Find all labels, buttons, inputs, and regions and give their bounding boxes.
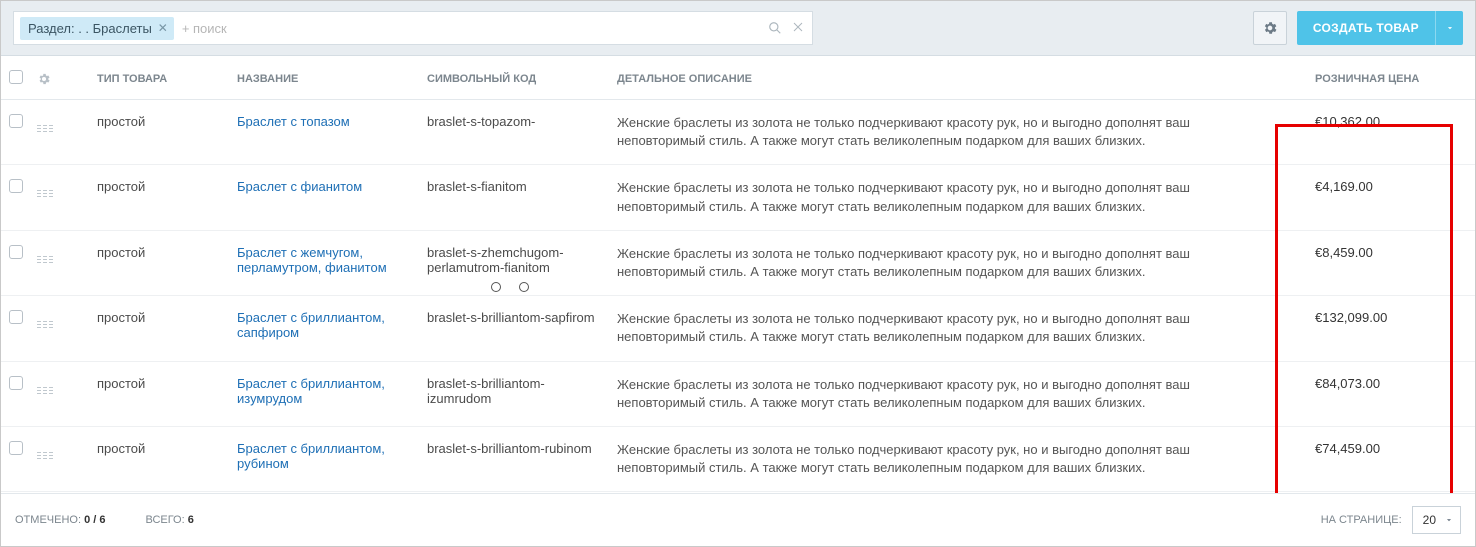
- cell-desc: Женские браслеты из золота не только под…: [609, 230, 1285, 295]
- col-code[interactable]: СИМВОЛЬНЫЙ КОД: [419, 56, 609, 100]
- create-product-split-button: СОЗДАТЬ ТОВАР: [1297, 11, 1463, 45]
- cell-type: простой: [89, 426, 229, 491]
- cell-desc: Женские браслеты из золота не только под…: [609, 426, 1285, 491]
- product-link[interactable]: Браслет с бриллиантом, сапфиром: [237, 310, 385, 340]
- table-header-row: ТИП ТОВАРА НАЗВАНИЕ СИМВОЛЬНЫЙ КОД ДЕТАЛ…: [1, 56, 1475, 100]
- drag-handle-icon[interactable]: [37, 125, 53, 132]
- cell-code: braslet-s-brilliantom-sapfirom: [419, 296, 609, 361]
- cell-price: €132,099.00: [1285, 296, 1475, 361]
- col-type[interactable]: ТИП ТОВАРА: [89, 56, 229, 100]
- cell-code: braslet-s-topazom-: [419, 100, 609, 165]
- product-link[interactable]: Браслет с топазом: [237, 114, 350, 129]
- col-name[interactable]: НАЗВАНИЕ: [229, 56, 419, 100]
- cell-type: простой: [89, 361, 229, 426]
- toolbar: Раздел: . . Браслеты ✕ СОЗДАТЬ ТОВАР: [1, 1, 1475, 56]
- column-settings-icon[interactable]: [37, 72, 51, 86]
- cell-name: Браслет с бриллиантом, изумрудом: [229, 361, 419, 426]
- row-checkbox[interactable]: [9, 310, 23, 324]
- total-count: ВСЕГО: 6: [145, 514, 193, 526]
- chevron-down-icon: [1445, 23, 1455, 33]
- search-bar[interactable]: Раздел: . . Браслеты ✕: [13, 11, 813, 45]
- select-all-checkbox[interactable]: [9, 70, 23, 84]
- cell-name: Браслет с бриллиантом, рубином: [229, 426, 419, 491]
- table-row: простой Браслет с фианитом braslet-s-fiani…: [1, 165, 1475, 230]
- table-row: простой Браслет с жемчугом, перламутром, …: [1, 230, 1475, 295]
- product-table-wrap: ТИП ТОВАРА НАЗВАНИЕ СИМВОЛЬНЫЙ КОД ДЕТАЛ…: [1, 56, 1475, 493]
- cell-type: простой: [89, 165, 229, 230]
- clear-search-icon[interactable]: [792, 21, 804, 35]
- drag-handle-icon[interactable]: [37, 452, 53, 459]
- cell-code: braslet-s-brilliantom-rubinom: [419, 426, 609, 491]
- per-page: НА СТРАНИЦЕ: 20: [1321, 506, 1461, 534]
- gear-icon: [1262, 20, 1278, 36]
- col-price[interactable]: РОЗНИЧНАЯ ЦЕНА: [1285, 56, 1475, 100]
- drag-handle-icon[interactable]: [37, 387, 53, 394]
- table-row: простой Браслет с бриллиантом, рубином bra…: [1, 426, 1475, 491]
- app-window: Раздел: . . Браслеты ✕ СОЗДАТЬ ТОВАР: [0, 0, 1476, 547]
- cell-type: простой: [89, 230, 229, 295]
- filter-tag[interactable]: Раздел: . . Браслеты ✕: [20, 17, 174, 40]
- cell-name: Браслет с топазом: [229, 100, 419, 165]
- product-link[interactable]: Браслет с жемчугом, перламутром, фианито…: [237, 245, 387, 275]
- filter-tag-remove-icon[interactable]: ✕: [158, 21, 168, 35]
- cell-type: простой: [89, 296, 229, 361]
- product-link[interactable]: Браслет с бриллиантом, рубином: [237, 441, 385, 471]
- settings-button[interactable]: [1253, 11, 1287, 45]
- product-table: ТИП ТОВАРА НАЗВАНИЕ СИМВОЛЬНЫЙ КОД ДЕТАЛ…: [1, 56, 1475, 492]
- row-checkbox[interactable]: [9, 376, 23, 390]
- row-checkbox[interactable]: [9, 114, 23, 128]
- drag-handle-icon[interactable]: [37, 321, 53, 328]
- table-row: простой Браслет с бриллиантом, изумрудом b…: [1, 361, 1475, 426]
- chevron-down-icon: [1444, 515, 1454, 525]
- search-input[interactable]: [180, 20, 768, 37]
- drag-handle-icon[interactable]: [37, 256, 53, 263]
- table-row: простой Браслет с бриллиантом, сапфиром br…: [1, 296, 1475, 361]
- cell-type: простой: [89, 100, 229, 165]
- search-icon[interactable]: [768, 21, 782, 35]
- create-product-button[interactable]: СОЗДАТЬ ТОВАР: [1297, 11, 1435, 45]
- cell-code: braslet-s-fianitom: [419, 165, 609, 230]
- search-icons: [768, 21, 804, 35]
- cell-code: braslet-s-zhemchugom-perlamutrom-fianito…: [419, 230, 609, 295]
- cell-desc: Женские браслеты из золота не только под…: [609, 296, 1285, 361]
- row-checkbox[interactable]: [9, 245, 23, 259]
- cell-price: €4,169.00: [1285, 165, 1475, 230]
- row-checkbox[interactable]: [9, 441, 23, 455]
- cell-desc: Женские браслеты из золота не только под…: [609, 361, 1285, 426]
- cell-code: braslet-s-brilliantom-izumrudom: [419, 361, 609, 426]
- drag-handle-icon[interactable]: [37, 190, 53, 197]
- per-page-select[interactable]: 20: [1412, 506, 1461, 534]
- create-product-dropdown[interactable]: [1435, 11, 1463, 45]
- cell-desc: Женские браслеты из золота не только под…: [609, 165, 1285, 230]
- table-footer: ОТМЕЧЕНО: 0 / 6 ВСЕГО: 6 НА СТРАНИЦЕ: 20: [1, 493, 1475, 546]
- filter-tag-label: Раздел: . . Браслеты: [28, 21, 152, 36]
- cell-name: Браслет с фианитом: [229, 165, 419, 230]
- cell-name: Браслет с бриллиантом, сапфиром: [229, 296, 419, 361]
- row-checkbox[interactable]: [9, 179, 23, 193]
- cell-desc: Женские браслеты из золота не только под…: [609, 100, 1285, 165]
- col-desc[interactable]: ДЕТАЛЬНОЕ ОПИСАНИЕ: [609, 56, 1285, 100]
- cell-price: €8,459.00: [1285, 230, 1475, 295]
- product-link[interactable]: Браслет с фианитом: [237, 179, 362, 194]
- cell-price: €10,362.00: [1285, 100, 1475, 165]
- table-row: простой Браслет с топазом braslet-s-topazo…: [1, 100, 1475, 165]
- cell-price: €74,459.00: [1285, 426, 1475, 491]
- product-link[interactable]: Браслет с бриллиантом, изумрудом: [237, 376, 385, 406]
- cell-price: €84,073.00: [1285, 361, 1475, 426]
- selected-count: ОТМЕЧЕНО: 0 / 6: [15, 514, 105, 526]
- cell-name: Браслет с жемчугом, перламутром, фианито…: [229, 230, 419, 295]
